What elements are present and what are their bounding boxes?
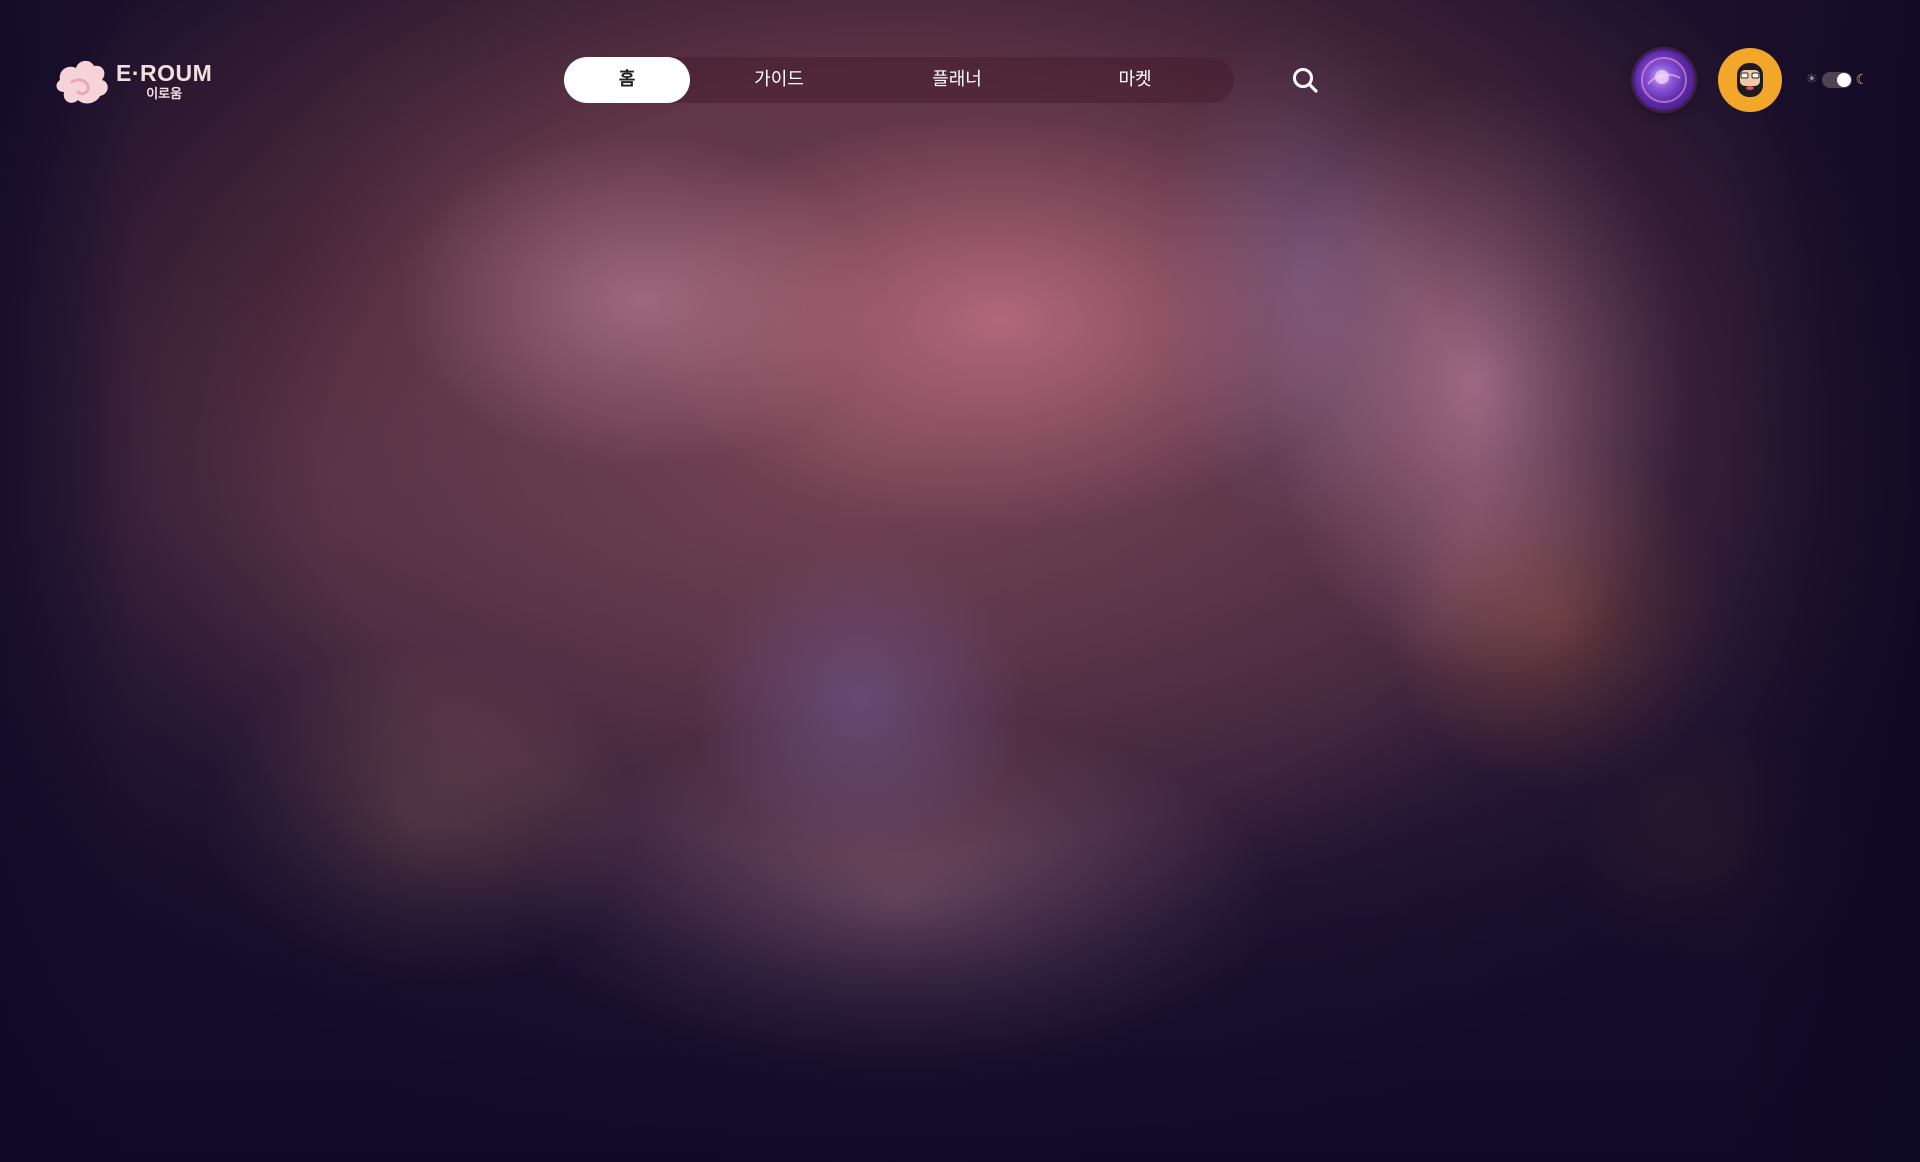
planet-orb-icon bbox=[1641, 57, 1687, 103]
theme-toggle-knob[interactable] bbox=[1836, 73, 1851, 87]
nav-item-market[interactable]: 마켓 bbox=[1046, 57, 1224, 103]
nav-item-planner[interactable]: 플래너 bbox=[868, 57, 1046, 103]
blurred-background bbox=[0, 0, 1920, 1162]
logo-subtitle: 이로움 bbox=[146, 86, 183, 102]
theme-toggle[interactable]: ☀ ☾ bbox=[1806, 70, 1868, 90]
bearded-man-icon bbox=[1737, 63, 1763, 97]
search-button[interactable] bbox=[1291, 66, 1319, 94]
main-nav: 홈 가이드 플래너 마켓 bbox=[564, 57, 1234, 103]
cloud-logo-icon bbox=[56, 60, 108, 104]
search-icon bbox=[1293, 68, 1318, 93]
moon-icon: ☾ bbox=[1855, 72, 1869, 88]
header: E·ROUM 이로움 홈 가이드 플래너 마켓 ☀ ☾ bbox=[0, 0, 1920, 160]
planet-orb-avatar[interactable] bbox=[1634, 50, 1694, 110]
sun-icon: ☀ bbox=[1806, 72, 1818, 87]
theme-toggle-track[interactable] bbox=[1821, 72, 1852, 88]
bearded-man-avatar[interactable] bbox=[1718, 48, 1782, 112]
logo-title: E·ROUM bbox=[116, 59, 213, 86]
nav-item-home[interactable]: 홈 bbox=[564, 57, 690, 103]
page: E·ROUM 이로움 홈 가이드 플래너 마켓 ☀ ☾ bbox=[0, 0, 1920, 1162]
logo[interactable]: E·ROUM 이로움 bbox=[50, 52, 212, 110]
nav-item-guide[interactable]: 가이드 bbox=[690, 57, 868, 103]
